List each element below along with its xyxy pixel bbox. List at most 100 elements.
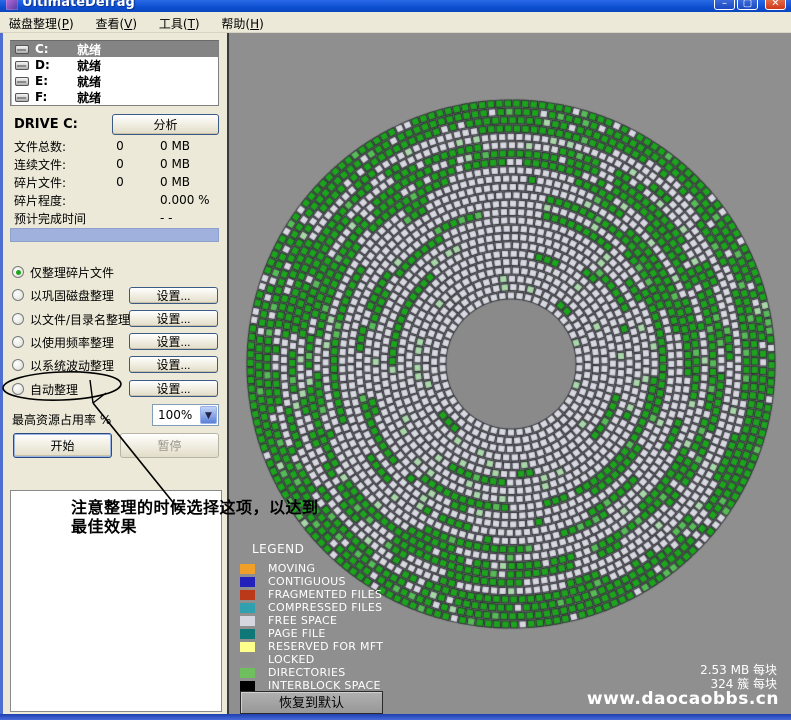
drive-status: 就绪 — [77, 57, 101, 74]
watermark-text: www.daocaobbs.cn — [587, 689, 779, 709]
drive-row-d[interactable]: D: 就绪 — [11, 57, 218, 73]
radio-icon[interactable] — [12, 383, 24, 395]
directories-swatch — [240, 668, 255, 678]
radio-icon[interactable] — [12, 289, 24, 301]
stat-label: 预计完成时间 — [14, 210, 102, 227]
option-by-filename[interactable]: 以文件/目录名整理 — [12, 309, 130, 329]
page-file-swatch — [240, 629, 255, 639]
stat-label: 连续文件: — [14, 156, 102, 173]
radio-label: 以巩固磁盘整理 — [30, 287, 114, 304]
drive-row-c[interactable]: C: 就绪 — [11, 41, 218, 57]
legend-label: PAGE FILE — [268, 627, 326, 640]
option-by-volatility[interactable]: 以系统波动整理 — [12, 355, 114, 375]
radio-label: 以文件/目录名整理 — [30, 311, 130, 328]
legend-label: MOVING — [268, 562, 315, 575]
menu-view[interactable]: 查看(V) — [86, 12, 146, 34]
drive-status: 就绪 — [77, 41, 101, 58]
drive-row-e[interactable]: E: 就绪 — [11, 73, 218, 89]
stat-size: 0.000 % — [160, 193, 210, 207]
settings-button-usage[interactable]: 设置... — [129, 333, 218, 350]
menu-tools[interactable]: 工具(T) — [150, 12, 209, 34]
stat-size: 0 MB — [160, 157, 190, 171]
legend-item-compressed: COMPRESSED FILES — [240, 601, 383, 614]
drive-name: F: — [35, 90, 77, 104]
drive-name: D: — [35, 58, 77, 72]
interblock-swatch — [240, 681, 255, 691]
stat-row-eta: 预计完成时间 - - — [14, 209, 220, 227]
maximize-button[interactable]: ▢ — [737, 0, 758, 10]
legend-item-directories: DIRECTORIES — [240, 666, 383, 679]
block-size-text: 2.53 MB 每块 — [700, 663, 777, 677]
menu-tools-text: 工具( — [159, 17, 188, 31]
stats-table: 文件总数: 0 0 MB 连续文件: 0 0 MB 碎片文件: 0 0 MB 碎… — [14, 137, 220, 227]
window-border-bottom — [0, 714, 791, 720]
menu-defrag-text: 磁盘整理( — [9, 17, 62, 31]
menu-help-close: ) — [259, 17, 264, 31]
legend-label: RESERVED FOR MFT — [268, 640, 383, 653]
menu-tools-mnemonic: T — [188, 17, 195, 31]
legend-item-free-space: FREE SPACE — [240, 614, 383, 627]
drive-list[interactable]: C: 就绪 D: 就绪 E: 就绪 F: 就绪 — [10, 40, 219, 106]
menu-defrag-close: ) — [69, 17, 74, 31]
radio-icon[interactable] — [12, 313, 24, 325]
drive-row-f[interactable]: F: 就绪 — [11, 89, 218, 105]
radio-icon[interactable] — [12, 359, 24, 371]
menu-view-close: ) — [132, 17, 137, 31]
menu-tools-close: ) — [195, 17, 200, 31]
settings-button-filename[interactable]: 设置... — [129, 310, 218, 327]
radio-label: 自动整理 — [30, 381, 78, 398]
legend-item-locked: LOCKED — [240, 653, 383, 666]
menu-help[interactable]: 帮助(H) — [212, 12, 272, 34]
stat-row-contiguous: 连续文件: 0 0 MB — [14, 155, 220, 173]
minimize-button[interactable]: – — [714, 0, 735, 10]
settings-button-auto[interactable]: 设置... — [129, 380, 218, 397]
legend-item-page-file: PAGE FILE — [240, 627, 383, 640]
option-auto-defrag[interactable]: 自动整理 — [12, 379, 78, 399]
legend-label: CONTIGUOUS — [268, 575, 346, 588]
stat-size: 0 MB — [160, 175, 190, 189]
drive-status: 就绪 — [77, 73, 101, 90]
selected-drive-label: DRIVE C: — [14, 117, 78, 132]
legend-label: DIRECTORIES — [268, 666, 346, 679]
radio-icon[interactable] — [12, 336, 24, 348]
stat-size: - - — [160, 211, 172, 225]
mft-swatch — [240, 642, 255, 652]
option-by-usage[interactable]: 以使用频率整理 — [12, 332, 114, 352]
chevron-down-icon[interactable]: ▼ — [200, 406, 217, 424]
option-defrag-only[interactable]: 仅整理碎片文件 — [12, 262, 114, 282]
settings-button-consolidate[interactable]: 设置... — [129, 287, 218, 304]
contiguous-swatch — [240, 577, 255, 587]
control-panel: C: 就绪 D: 就绪 E: 就绪 F: 就绪 DRIVE C: 分析 — [3, 33, 227, 714]
window-title: UltimateDefrag — [22, 0, 135, 10]
free-space-swatch — [240, 616, 255, 626]
restore-defaults-button[interactable]: 恢复到默认 — [240, 691, 383, 714]
menu-help-text: 帮助( — [221, 17, 250, 31]
radio-label: 以系统波动整理 — [30, 357, 114, 374]
legend-label: FREE SPACE — [268, 614, 337, 627]
stat-label: 碎片程度: — [14, 192, 102, 209]
progress-bar — [10, 228, 219, 242]
annotation-line2: 最佳效果 — [71, 517, 371, 536]
annotation-line1: 注意整理的时候选择这项，以达到 — [71, 498, 371, 517]
settings-button-volatility[interactable]: 设置... — [129, 356, 218, 373]
resource-usage-combobox[interactable]: 100% ▼ — [152, 404, 219, 426]
block-info: 2.53 MB 每块 324 簇 每块 — [700, 663, 777, 691]
menu-view-text: 查看( — [95, 17, 124, 31]
menu-bar: 磁盘整理(P) 查看(V) 工具(T) 帮助(H) — [0, 12, 791, 33]
menu-defrag[interactable]: 磁盘整理(P) — [0, 12, 83, 34]
annotation-text: 注意整理的时候选择这项，以达到 最佳效果 — [71, 498, 371, 536]
stat-count: 0 — [102, 175, 138, 189]
radio-label: 仅整理碎片文件 — [30, 264, 114, 281]
stat-label: 碎片文件: — [14, 174, 102, 191]
title-bar: UltimateDefrag – ▢ ✕ — [0, 0, 791, 12]
option-consolidate[interactable]: 以巩固磁盘整理 — [12, 285, 114, 305]
legend-label: COMPRESSED FILES — [268, 601, 382, 614]
analyze-button[interactable]: 分析 — [112, 114, 219, 135]
legend-item-moving: MOVING — [240, 562, 383, 575]
close-button[interactable]: ✕ — [765, 0, 786, 10]
locked-swatch — [240, 655, 255, 665]
start-button[interactable]: 开始 — [13, 433, 112, 458]
radio-icon[interactable] — [12, 266, 24, 278]
drive-name: C: — [35, 42, 77, 56]
compressed-swatch — [240, 603, 255, 613]
